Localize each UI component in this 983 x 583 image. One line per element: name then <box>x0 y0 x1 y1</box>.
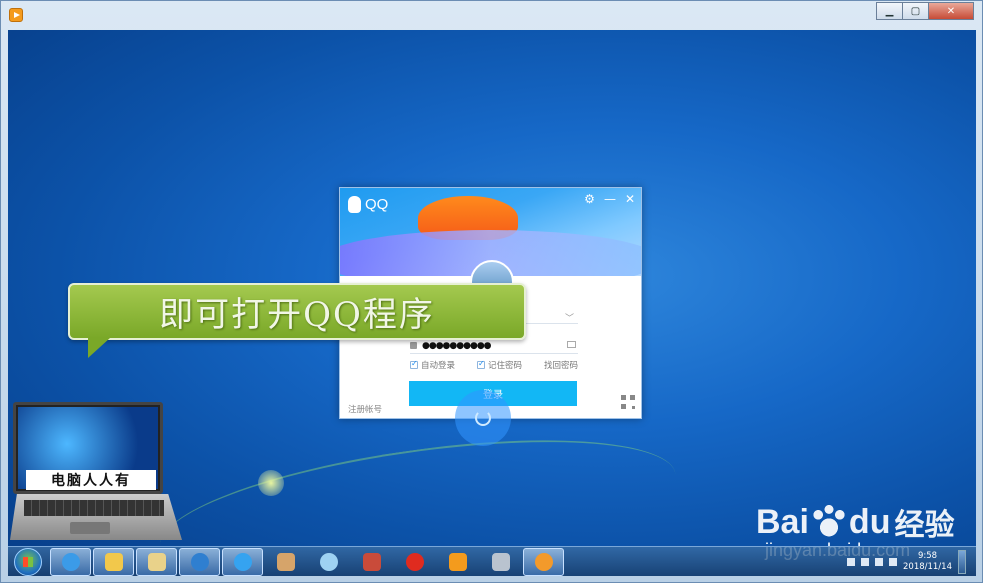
network-signal-icon[interactable] <box>861 558 869 566</box>
player-window: ▁ ▢ ✕ QQ ⚙ — ✕ ﹀ ●●●●●●●●●● ✓ 自动登录 ✓ 记住密… <box>0 0 983 583</box>
internet-explorer-icon[interactable] <box>50 548 91 576</box>
keyboard-icon[interactable] <box>567 341 576 348</box>
checkbox-icon <box>410 359 418 369</box>
start-button[interactable] <box>14 548 42 576</box>
player-app-icon <box>9 8 23 22</box>
checkbox-icon <box>476 359 485 369</box>
login-options: 自动登录 记住密码 找回密码 <box>410 359 578 371</box>
taskbar: 9:58 2018/11/14 <box>8 546 976 576</box>
caption-bubble-tail <box>88 338 110 358</box>
file-manager-icon[interactable] <box>136 548 177 576</box>
laptop-label: 电脑人人有 <box>26 470 156 490</box>
settings-gear-icon[interactable]: ⚙ <box>584 192 595 206</box>
caption-bubble: 即可打开QQ程序 <box>68 283 526 340</box>
clock-date: 2018/11/14 <box>903 562 952 572</box>
tray-arrow-icon[interactable] <box>847 558 855 566</box>
qr-code-icon[interactable] <box>621 395 635 409</box>
auto-login-checkbox[interactable]: 自动登录 <box>410 359 455 371</box>
window-titlebar: ▁ ▢ ✕ <box>1 1 982 27</box>
qq-browser-icon[interactable] <box>222 548 263 576</box>
auto-login-label: 自动登录 <box>421 361 456 371</box>
loading-spinner-icon <box>455 390 511 446</box>
qq-penguin-taskbar-icon[interactable] <box>523 548 564 576</box>
password-field[interactable]: ●●●●●●●●●● <box>410 338 578 354</box>
system-tray: 9:58 2018/11/14 <box>847 550 966 574</box>
caption-text: 即可打开QQ程序 <box>159 295 435 335</box>
lock-icon <box>410 342 417 349</box>
remember-password-checkbox[interactable]: 记住密码 <box>476 359 522 371</box>
qq-logo: QQ <box>348 196 388 213</box>
qq-close-icon[interactable]: ✕ <box>625 192 635 206</box>
minimize-button[interactable]: ▁ <box>876 2 903 20</box>
folder-icon[interactable] <box>93 548 134 576</box>
baidu-text-bai: Bai <box>756 502 809 541</box>
pinwheel-icon[interactable] <box>308 548 349 576</box>
qq-window-controls: ⚙ — ✕ <box>584 192 635 206</box>
laptop-touchpad <box>70 522 110 534</box>
qq-title: QQ <box>365 196 389 213</box>
paint-icon[interactable] <box>265 548 306 576</box>
maximize-button[interactable]: ▢ <box>902 2 929 20</box>
baidu-jingyan-logo: Bai du 经验 <box>756 500 954 544</box>
jiang-chess-icon[interactable] <box>394 548 435 576</box>
tools-icon[interactable] <box>351 548 392 576</box>
network-drive-icon[interactable] <box>480 548 521 576</box>
close-button[interactable]: ✕ <box>928 2 974 20</box>
account-dropdown-icon[interactable]: ﹀ <box>565 311 574 324</box>
taskbar-apps <box>50 548 564 576</box>
password-mask: ●●●●●●●●●● <box>422 340 492 351</box>
register-link[interactable]: 注册帐号 <box>348 403 382 415</box>
show-desktop-button[interactable] <box>958 550 966 574</box>
clock-time: 9:58 <box>917 551 938 561</box>
media-center-icon[interactable] <box>179 548 220 576</box>
laptop-watermark: 电脑人人有 <box>10 402 185 542</box>
desktop-video-frame: QQ ⚙ — ✕ ﹀ ●●●●●●●●●● 自动登录 <box>8 30 976 576</box>
qq-minimize-icon[interactable]: — <box>604 192 616 206</box>
window-controls: ▁ ▢ ✕ <box>876 2 974 20</box>
baidu-text-du: du <box>848 502 891 541</box>
wallpaper-sparkle <box>258 470 284 496</box>
remember-password-label: 记住密码 <box>487 361 522 371</box>
volume-icon[interactable] <box>889 558 897 566</box>
baidu-paw-icon <box>810 504 847 540</box>
video-player-icon[interactable] <box>437 548 478 576</box>
laptop-screen: 电脑人人有 <box>13 402 163 494</box>
find-password-link[interactable]: 找回密码 <box>544 359 578 371</box>
laptop-keyboard <box>24 500 164 516</box>
clock[interactable]: 9:58 2018/11/14 <box>903 551 952 573</box>
power-icon[interactable] <box>875 558 883 566</box>
baidu-jingyan-text: 经验 <box>894 508 955 543</box>
qq-penguin-icon <box>348 196 361 213</box>
